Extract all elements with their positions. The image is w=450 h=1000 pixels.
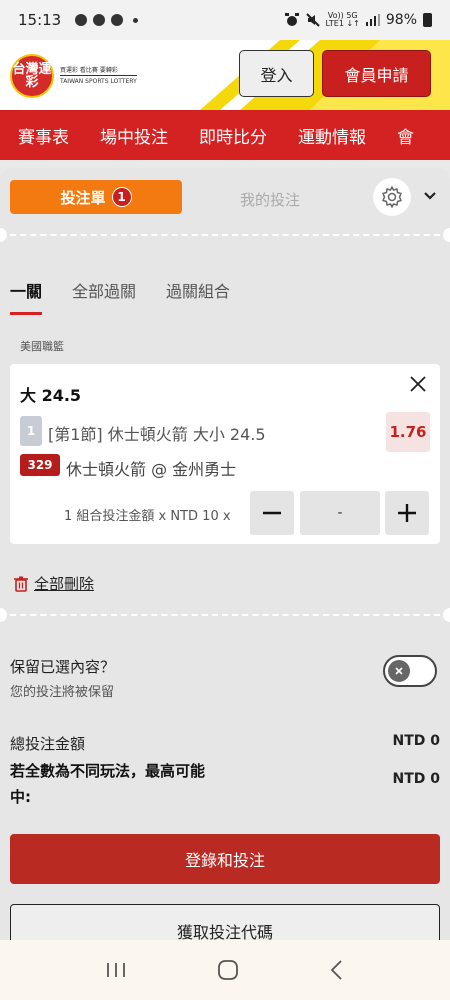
more-notifications-icon: [133, 17, 139, 23]
register-button[interactable]: 會員申請: [322, 50, 431, 97]
signal-icon: [365, 14, 380, 26]
stake-label: 1 組合投注金額 x NTD 10 x: [64, 509, 231, 524]
app-header: 台灣運彩 買運彩 看比賽 要轉彩 TAIWAN SPORTS LOTTERY 登…: [0, 40, 450, 110]
keep-selections-title: 保留已選內容？: [10, 658, 116, 676]
status-time: 15:13: [18, 11, 62, 29]
nav-item-member[interactable]: 會: [397, 123, 414, 148]
notification-icon: [75, 14, 88, 26]
status-right: Vo)) 5G LTE1 ↓↑ 98%: [284, 12, 432, 28]
logo-tagline: 買運彩 看比賽 要轉彩: [60, 67, 118, 74]
chevron-down-icon[interactable]: [422, 188, 438, 204]
status-left: 15:13: [18, 11, 139, 29]
mute-icon: [305, 13, 320, 27]
increase-stake-button[interactable]: [385, 491, 429, 535]
game-id-badge: 329: [20, 454, 60, 476]
divider-notch: [443, 228, 450, 242]
gear-icon: [382, 186, 402, 208]
divider-notch: [443, 608, 450, 622]
status-bar: 15:13 Vo)) 5G LTE1 ↓↑ 98%: [0, 0, 450, 40]
odds-value: 1.76: [386, 412, 430, 452]
alarm-icon: [284, 13, 299, 26]
leg-description: [第1節] 休士頓火箭 大小 24.5: [48, 425, 266, 444]
bet-slip-panel: 投注單 1 我的投注 一關 全部過關 過關組合 美國職籃 大 24.5 1 [第…: [0, 168, 450, 954]
bet-count-badge: 1: [111, 187, 132, 207]
keep-selections-subtitle: 您的投注將被保留: [10, 685, 115, 700]
close-icon[interactable]: [408, 374, 428, 394]
back-icon[interactable]: [329, 959, 345, 981]
matchup-text: 休士頓火箭 @ 金州勇士: [66, 460, 237, 479]
minus-icon: [263, 511, 281, 515]
total-stake-label: 總投注金額: [10, 735, 86, 753]
nav-item-sports-info[interactable]: 運動情報: [298, 123, 366, 148]
network-indicator: Vo)) 5G LTE1 ↓↑: [326, 12, 360, 28]
system-nav-bar: [0, 940, 450, 1000]
brand-logo[interactable]: 台灣運彩 買運彩 看比賽 要轉彩 TAIWAN SPORTS LOTTERY: [10, 54, 137, 98]
divider: [0, 614, 450, 616]
stake-input[interactable]: -: [300, 491, 380, 535]
login-and-bet-button[interactable]: 登錄和投注: [10, 834, 440, 884]
trash-icon: [14, 576, 28, 592]
total-stake-value: NTD 0: [392, 733, 440, 749]
notification-icon: [93, 14, 106, 26]
nav-item-live-scores[interactable]: 即時比分: [199, 123, 267, 148]
bet-title: 大 24.5: [20, 386, 82, 405]
max-payout-value: NTD 0: [392, 771, 440, 787]
settings-button[interactable]: [373, 178, 411, 216]
plus-icon: [398, 504, 416, 522]
logo-subtitle: TAIWAN SPORTS LOTTERY: [60, 75, 137, 86]
nav-item-schedule[interactable]: 賽事表: [18, 123, 69, 148]
main-nav: 賽事表 場中投注 即時比分 運動情報 會: [0, 110, 450, 160]
leg-number-badge: 1: [20, 416, 42, 446]
divider: [0, 234, 450, 236]
network-bottom: LTE1 ↓↑: [325, 19, 360, 28]
nav-item-live-betting[interactable]: 場中投注: [100, 123, 168, 148]
divider-notch: [0, 608, 7, 622]
tab-single[interactable]: 一關: [10, 278, 43, 315]
battery-icon: [423, 13, 432, 27]
tab-bet-slip-label: 投注單: [60, 188, 106, 207]
login-button[interactable]: 登入: [239, 50, 314, 97]
tab-all-parlay[interactable]: 全部過關: [72, 278, 136, 315]
logo-text: 買運彩 看比賽 要轉彩 TAIWAN SPORTS LOTTERY: [60, 66, 137, 86]
notification-icon: [111, 14, 124, 26]
close-icon: [395, 667, 403, 675]
delete-all-label: 全部刪除: [34, 575, 95, 593]
tab-my-bets[interactable]: 我的投注: [210, 189, 330, 210]
bet-card: 大 24.5 1 [第1節] 休士頓火箭 大小 24.5 1.76 329 休士…: [10, 364, 440, 544]
recent-apps-icon[interactable]: [105, 961, 127, 979]
max-payout-label: 若全數為不同玩法，最高可能中:: [10, 762, 206, 806]
logo-badge: 台灣運彩: [10, 54, 54, 98]
tab-bet-slip[interactable]: 投注單 1: [10, 180, 182, 214]
battery-percent: 98%: [385, 12, 417, 28]
divider-notch: [0, 228, 7, 242]
delete-all-link[interactable]: 全部刪除: [14, 573, 94, 594]
toggle-knob: [388, 660, 410, 682]
tab-parlay-combo[interactable]: 過關組合: [166, 278, 230, 315]
league-label: 美國職籃: [20, 340, 64, 353]
keep-selections-toggle[interactable]: [383, 655, 437, 687]
bet-type-tabs: 一關 全部過關 過關組合: [10, 278, 230, 315]
home-icon[interactable]: [217, 959, 239, 981]
decrease-stake-button[interactable]: [250, 491, 294, 535]
